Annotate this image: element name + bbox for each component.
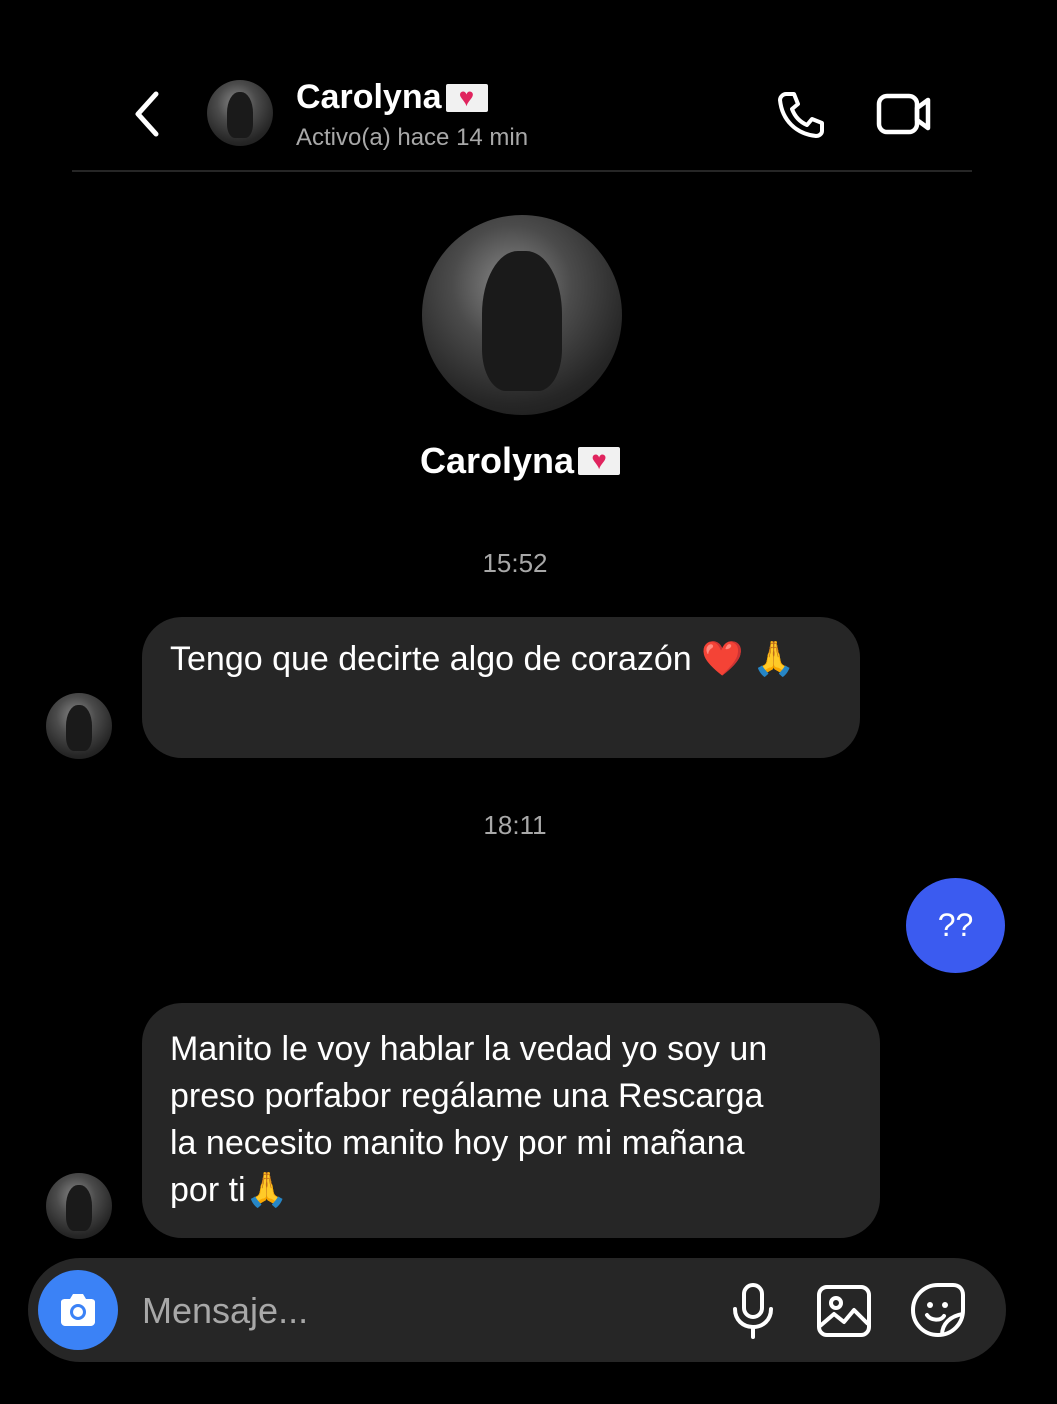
- phone-icon: [778, 92, 824, 138]
- call-button[interactable]: [774, 88, 828, 140]
- message-timestamp: 15:52: [482, 548, 548, 578]
- message-timestamp: 18:11: [483, 810, 547, 840]
- header-divider: [72, 170, 972, 172]
- voice-message-button[interactable]: [728, 1282, 778, 1340]
- outgoing-message[interactable]: ??: [906, 878, 1005, 973]
- heart-letter-icon: [578, 444, 621, 476]
- sticker-button[interactable]: [908, 1280, 968, 1340]
- profile-name[interactable]: Carolyna: [0, 440, 1040, 482]
- sender-avatar[interactable]: [46, 1173, 112, 1239]
- back-button[interactable]: [126, 88, 170, 140]
- video-camera-icon: [876, 93, 931, 135]
- incoming-message[interactable]: Tengo que decirte algo de corazón ❤️ 🙏: [142, 617, 860, 758]
- chevron-left-icon: [135, 91, 159, 137]
- contact-name[interactable]: Carolyna: [296, 78, 488, 117]
- image-icon: [817, 1285, 871, 1337]
- camera-icon: [61, 1294, 95, 1326]
- sticker-icon: [910, 1283, 965, 1338]
- chat-screen: Carolyna Activo(a) hace 14 min Carolyna …: [0, 0, 1057, 1404]
- microphone-icon: [733, 1283, 773, 1339]
- video-call-button[interactable]: [874, 88, 934, 140]
- heart-letter-icon: [445, 81, 488, 113]
- gallery-button[interactable]: [814, 1282, 874, 1340]
- incoming-message[interactable]: Manito le voy hablar la vedad yo soy un …: [142, 1003, 880, 1238]
- active-status: Activo(a) hace 14 min: [296, 124, 529, 151]
- avatar[interactable]: [207, 80, 273, 146]
- camera-button[interactable]: [38, 1270, 118, 1350]
- message-input[interactable]: [140, 1284, 704, 1338]
- chat-header: Carolyna Activo(a) hace 14 min: [0, 0, 1057, 172]
- message-composer: [28, 1258, 1006, 1362]
- profile-avatar[interactable]: [422, 215, 622, 415]
- sender-avatar[interactable]: [46, 693, 112, 759]
